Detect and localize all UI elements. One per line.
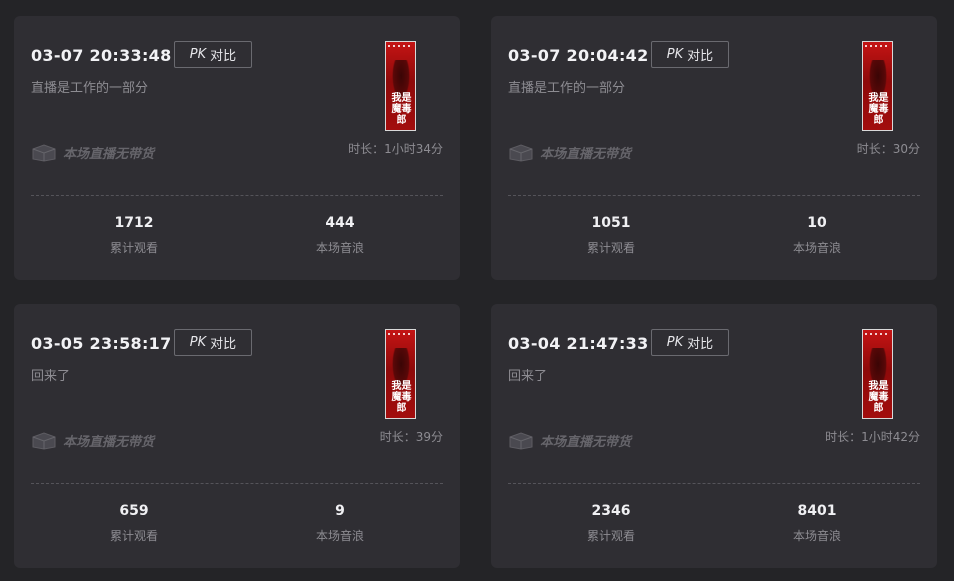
sound-waves-label: 本场音浪 [792,241,841,255]
session-duration: 时长：30分 [856,142,920,156]
session-title: 回来了 [31,369,71,384]
sound-waves-stat: 8401 本场音浪 [757,503,877,544]
package-icon [509,431,533,450]
package-icon [32,431,56,450]
cover-thumbnail[interactable]: 我是魔毒郎 [862,329,893,419]
views-label: 累计观看 [109,241,158,255]
package-icon [509,143,533,162]
sound-waves-stat: 444 本场音浪 [280,215,400,256]
no-goods-label: 本场直播无带货 [540,435,632,450]
no-goods-indicator: 本场直播无带货 [31,143,154,162]
cover-text: 我是魔毒郎 [868,93,889,126]
pk-icon: PK [189,47,207,62]
session-start-time: 03-05 23:58:17 [31,334,172,353]
live-session-card[interactable]: 03-04 21:47:33 PK 对比 回来了 我是魔毒郎 本场直播无带货 时… [491,304,937,568]
pk-compare-label: 对比 [687,49,714,64]
live-session-card[interactable]: 03-05 23:58:17 PK 对比 回来了 我是魔毒郎 本场直播无带货 时… [14,304,460,568]
sound-waves-label: 本场音浪 [315,529,364,543]
views-value: 659 [119,503,149,519]
views-stat: 659 累计观看 [74,503,194,544]
divider [31,483,443,484]
session-title: 回来了 [508,369,548,384]
sound-waves-value: 10 [807,215,827,231]
session-title: 直播是工作的一部分 [508,81,626,96]
views-label: 累计观看 [109,529,158,543]
cover-thumbnail[interactable]: 我是魔毒郎 [385,329,416,419]
pk-icon: PK [189,335,207,350]
no-goods-indicator: 本场直播无带货 [508,143,631,162]
no-goods-label: 本场直播无带货 [63,147,155,162]
sound-waves-value: 8401 [797,503,837,519]
views-value: 1712 [114,215,154,231]
pk-compare-button[interactable]: PK 对比 [174,41,252,68]
session-start-time: 03-07 20:33:48 [31,46,172,65]
views-stat: 1712 累计观看 [74,215,194,256]
pk-compare-label: 对比 [210,337,237,352]
views-label: 累计观看 [586,241,635,255]
session-start-time: 03-04 21:47:33 [508,334,649,353]
cover-thumbnail[interactable]: 我是魔毒郎 [862,41,893,131]
sound-waves-stat: 9 本场音浪 [280,503,400,544]
session-start-time: 03-07 20:04:42 [508,46,649,65]
sound-waves-stat: 10 本场音浪 [757,215,877,256]
cover-text: 我是魔毒郎 [391,93,412,126]
pk-compare-button[interactable]: PK 对比 [651,329,729,356]
pk-icon: PK [666,47,684,62]
pk-compare-label: 对比 [210,49,237,64]
pk-compare-label: 对比 [687,337,714,352]
no-goods-label: 本场直播无带货 [540,147,632,162]
divider [31,195,443,196]
views-value: 2346 [591,503,631,519]
package-icon [32,143,56,162]
session-duration: 时长：39分 [379,430,443,444]
live-session-card[interactable]: 03-07 20:33:48 PK 对比 直播是工作的一部分 我是魔毒郎 本场直… [14,16,460,280]
pk-compare-button[interactable]: PK 对比 [174,329,252,356]
no-goods-indicator: 本场直播无带货 [508,431,631,450]
live-session-grid: 03-07 20:33:48 PK 对比 直播是工作的一部分 我是魔毒郎 本场直… [0,0,954,581]
views-label: 累计观看 [586,529,635,543]
sound-waves-value: 444 [325,215,355,231]
cover-text: 我是魔毒郎 [391,381,412,414]
sound-waves-label: 本场音浪 [792,529,841,543]
sound-waves-value: 9 [335,503,345,519]
sound-waves-label: 本场音浪 [315,241,364,255]
cover-thumbnail[interactable]: 我是魔毒郎 [385,41,416,131]
live-session-card[interactable]: 03-07 20:04:42 PK 对比 直播是工作的一部分 我是魔毒郎 本场直… [491,16,937,280]
views-stat: 1051 累计观看 [551,215,671,256]
divider [508,483,920,484]
session-duration: 时长：1小时34分 [348,142,443,156]
session-title: 直播是工作的一部分 [31,81,149,96]
views-stat: 2346 累计观看 [551,503,671,544]
views-value: 1051 [591,215,631,231]
cover-text: 我是魔毒郎 [868,381,889,414]
session-duration: 时长：1小时42分 [825,430,920,444]
pk-icon: PK [666,335,684,350]
no-goods-indicator: 本场直播无带货 [31,431,154,450]
divider [508,195,920,196]
pk-compare-button[interactable]: PK 对比 [651,41,729,68]
no-goods-label: 本场直播无带货 [63,435,155,450]
